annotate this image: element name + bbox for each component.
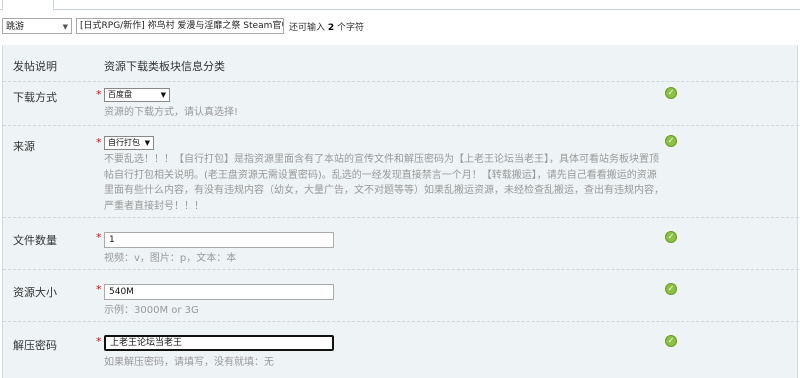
required-mark: * xyxy=(96,88,102,101)
resource-size-input[interactable]: 540M xyxy=(104,284,334,300)
required-mark: * xyxy=(96,231,102,244)
field-row-extract-password: 解压密码 * 上老王论坛当老王 如果解压密码，请填写，没有就填：无 ✓ xyxy=(3,321,799,378)
title-input[interactable]: [日式RPG/新作] 祢鸟村 爱漫与淫靡之祭 Steam官中版+E xyxy=(76,18,284,34)
file-count-hint: 视频：v，图片：p，文本：本 xyxy=(104,253,237,264)
source-hint: 不要乱选！！！【自行打包】是指资源里面含有了本站的宣传文件和解压密码为【上老王论… xyxy=(104,154,664,212)
required-mark: * xyxy=(96,335,102,348)
download-method-hint: 资源的下载方式，请认真选择! xyxy=(104,107,239,118)
remain-suffix: 个字符 xyxy=(337,23,365,33)
active-tab[interactable] xyxy=(2,0,54,11)
remaining-chars: 还可输入 2 个字符 xyxy=(289,20,364,33)
check-circle-icon: ✓ xyxy=(665,135,677,147)
thread-type-select[interactable]: 跳游 ▼ xyxy=(2,18,72,34)
resource-size-label: 资源大小 xyxy=(13,286,57,299)
chevron-down-icon: ▼ xyxy=(160,91,166,99)
extract-password-label: 解压密码 xyxy=(13,339,57,352)
thread-type-value: 跳游 xyxy=(6,22,25,32)
chevron-down-icon: ▼ xyxy=(144,139,150,147)
file-count-label: 文件数量 xyxy=(13,234,57,247)
download-method-select[interactable]: 百度盘 ▼ xyxy=(104,88,170,102)
chevron-down-icon: ▼ xyxy=(62,23,68,31)
required-mark: * xyxy=(96,283,102,296)
title-bar: 跳游 ▼ [日式RPG/新作] 祢鸟村 爱漫与淫靡之祭 Steam官中版+E 还… xyxy=(0,14,800,36)
panel-header-row: 发帖说明 资源下载类板块信息分类 xyxy=(3,45,799,81)
check-circle-icon: ✓ xyxy=(665,335,677,347)
source-label: 来源 xyxy=(13,140,35,153)
source-value: 自行打包 xyxy=(108,138,140,147)
field-row-download-method: 下载方式 * 百度盘 ▼ 资源的下载方式，请认真选择! ✓ xyxy=(3,81,799,125)
download-method-value: 百度盘 xyxy=(108,90,132,99)
source-select[interactable]: 自行打包 ▼ xyxy=(104,136,154,150)
check-circle-icon: ✓ xyxy=(665,87,677,99)
extract-password-input[interactable]: 上老王论坛当老王 xyxy=(104,335,334,351)
file-count-input[interactable]: 1 xyxy=(104,232,334,248)
download-method-label: 下载方式 xyxy=(13,91,57,104)
check-circle-icon: ✓ xyxy=(665,231,677,243)
post-notes-label: 发帖说明 xyxy=(13,60,57,73)
required-mark: * xyxy=(96,136,102,149)
field-row-file-count: 文件数量 * 1 视频：v，图片：p，文本：本 ✓ xyxy=(3,217,799,269)
check-circle-icon: ✓ xyxy=(665,283,677,295)
resource-size-hint: 示例：3000M or 3G xyxy=(104,305,199,316)
tab-strip xyxy=(0,0,800,11)
remain-prefix: 还可输入 xyxy=(289,23,326,33)
field-row-resource-size: 资源大小 * 540M 示例：3000M or 3G ✓ xyxy=(3,269,799,321)
remain-count: 2 xyxy=(327,23,335,33)
category-info-panel: 发帖说明 资源下载类板块信息分类 下载方式 * 百度盘 ▼ 资源的下载方式，请认… xyxy=(2,45,799,378)
extract-password-hint: 如果解压密码，请填写，没有就填：无 xyxy=(104,357,274,368)
field-row-source: 来源 * 自行打包 ▼ 不要乱选！！！【自行打包】是指资源里面含有了本站的宣传文… xyxy=(3,125,799,217)
section-title: 资源下载类板块信息分类 xyxy=(104,60,225,73)
